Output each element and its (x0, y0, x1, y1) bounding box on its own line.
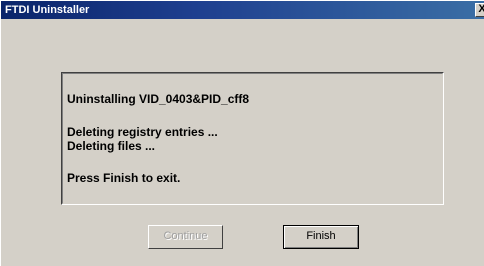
finish-instruction-text: Press Finish to exit. (67, 171, 181, 185)
files-status-text: Deleting files ... (67, 139, 156, 153)
window-title: FTDI Uninstaller (5, 4, 90, 16)
status-panel-inner: Uninstalling VID_0403&PID_cff8 Deleting … (62, 73, 443, 204)
close-icon: X (478, 4, 484, 15)
uninstall-status-text: Uninstalling VID_0403&PID_cff8 (67, 92, 250, 106)
registry-status-text: Deleting registry entries ... (67, 125, 218, 139)
finish-button[interactable]: Finish (283, 225, 359, 249)
title-bar[interactable]: FTDI Uninstaller X (1, 1, 484, 19)
continue-button[interactable]: Continue (148, 225, 223, 249)
close-button[interactable]: X (475, 3, 484, 17)
uninstaller-dialog: FTDI Uninstaller X Uninstalling VID_0403… (0, 0, 484, 266)
status-panel: Uninstalling VID_0403&PID_cff8 Deleting … (61, 72, 444, 205)
